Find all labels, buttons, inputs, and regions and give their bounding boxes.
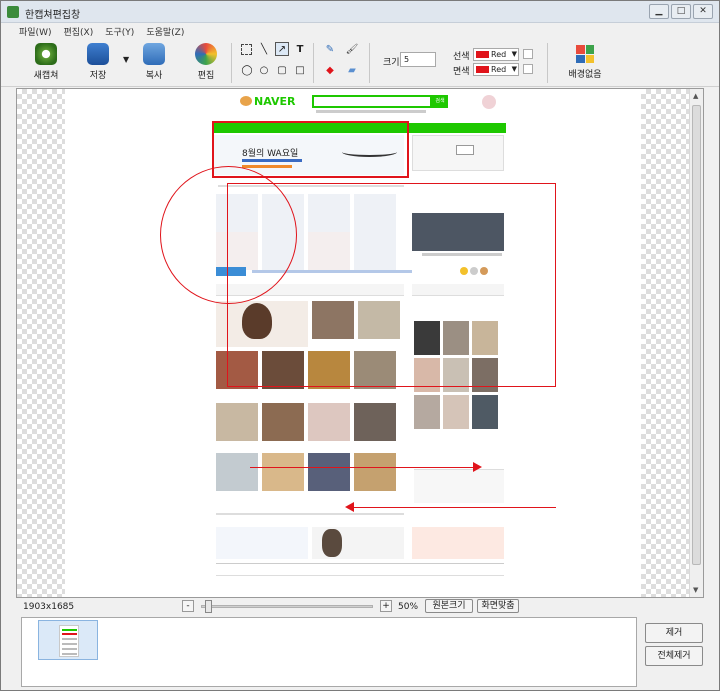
edit-button[interactable]: 편집 xyxy=(187,43,225,85)
canvas-checker-right xyxy=(641,89,689,597)
eraser-icon[interactable]: ▰ xyxy=(345,64,359,78)
scrollbar-thumb[interactable] xyxy=(692,105,701,565)
save-button[interactable]: 저장 xyxy=(79,43,117,85)
annotation-arrow-left[interactable] xyxy=(353,507,556,508)
square-tool-icon[interactable]: □ xyxy=(293,64,307,78)
annotation-arrow-right[interactable] xyxy=(250,467,478,468)
doodle-icon xyxy=(240,96,252,106)
title-bar: 한캡쳐편집창 ▁ □ ✕ xyxy=(1,1,719,23)
new-capture-button[interactable]: 새캡쳐 xyxy=(27,43,65,85)
annotation-circle[interactable] xyxy=(160,166,297,304)
line-tool-icon[interactable]: ╲ xyxy=(257,43,271,57)
camera-icon xyxy=(35,43,57,65)
ellipse-tool-icon[interactable]: ◯ xyxy=(240,64,254,78)
remove-button[interactable]: 제거 xyxy=(645,623,703,643)
canvas-vertical-scrollbar[interactable]: ▲ ▼ xyxy=(689,89,703,597)
chevron-down-icon: ▼ xyxy=(511,65,517,73)
line-color-label: 선색 xyxy=(453,52,470,62)
app-icon xyxy=(7,6,19,18)
capture-editor-window: 한캡쳐편집창 ▁ □ ✕ 파일(W) 편집(X) 도구(Y) 도움말(Z) 새캡… xyxy=(0,0,720,691)
floppy-icon xyxy=(87,43,109,65)
fill-color-swatch xyxy=(476,66,489,73)
brush-tool-icon[interactable]: 🖌 xyxy=(345,43,359,57)
arrowhead-right-icon xyxy=(473,462,482,472)
content-row-3 xyxy=(216,403,396,441)
close-button[interactable]: ✕ xyxy=(693,4,713,19)
menu-edit[interactable]: 편집(X) xyxy=(63,25,93,38)
content-row-4 xyxy=(216,453,396,491)
canvas-area[interactable]: NAVER 검색 8월의 WA요일 ▲ ▼ xyxy=(16,88,704,598)
menu-help[interactable]: 도움말(Z) xyxy=(146,25,184,38)
arrow-tool-icon[interactable]: ↗ xyxy=(275,42,289,56)
rounded-rect-tool-icon[interactable]: ▢ xyxy=(275,64,289,78)
window-title: 한캡쳐편집창 xyxy=(25,10,81,21)
naver-search-box xyxy=(312,95,432,108)
line-color-swatch xyxy=(476,51,489,58)
chevron-down-icon: ▼ xyxy=(511,50,517,58)
background-button[interactable]: 배경없음 xyxy=(567,43,603,83)
original-size-button[interactable]: 원본크기 xyxy=(425,599,473,613)
ad-block-right xyxy=(412,527,504,559)
promo-icon xyxy=(482,95,496,109)
line-color-checkbox[interactable] xyxy=(523,49,533,59)
pen-tool-icon[interactable]: ✎ xyxy=(323,43,337,57)
fill-color-checkbox[interactable] xyxy=(523,64,533,74)
text-tool-icon[interactable]: T xyxy=(293,43,307,57)
line-color-select[interactable]: Red ▼ xyxy=(473,48,519,61)
size-label: 크기 xyxy=(383,58,400,68)
naver-search-button: 검색 xyxy=(432,95,448,108)
naver-logo: NAVER xyxy=(254,95,296,108)
background-grid-icon xyxy=(576,45,594,63)
zoom-in-button[interactable]: + xyxy=(380,600,392,612)
minimize-button[interactable]: ▁ xyxy=(649,4,669,19)
capture-thumbnail[interactable] xyxy=(38,620,98,660)
maximize-button[interactable]: □ xyxy=(671,4,691,19)
image-dimensions: 1903x1685 xyxy=(23,602,75,612)
scroll-down-icon[interactable]: ▼ xyxy=(693,586,698,594)
scroll-up-icon[interactable]: ▲ xyxy=(693,92,698,100)
zoom-level: 50% xyxy=(398,602,419,612)
canvas-checker-left xyxy=(17,89,65,597)
circle-tool-icon[interactable]: ○ xyxy=(257,64,271,78)
capture-list-panel xyxy=(21,617,637,687)
remove-all-button[interactable]: 전체제거 xyxy=(645,646,703,666)
zoom-out-button[interactable]: - xyxy=(182,600,194,612)
shopping-links xyxy=(414,469,504,503)
fit-screen-button[interactable]: 화면맞춤 xyxy=(477,599,519,613)
ad-block-left xyxy=(216,527,308,559)
menu-file[interactable]: 파일(W) xyxy=(19,25,51,38)
toolbar: 새캡쳐 저장 ▼ 복사 편집 ╲ ↗ T ◯ ○ ▢ □ ✎ 🖌 ◆ ▰ xyxy=(1,39,719,87)
arrowhead-left-icon xyxy=(345,502,354,512)
zoom-bar: 1903x1685 - + 50% 원본크기 화면맞춤 xyxy=(1,599,719,615)
menu-tools[interactable]: 도구(Y) xyxy=(105,25,134,38)
size-stepper[interactable]: 5 xyxy=(400,52,436,67)
fill-bucket-icon[interactable]: ◆ xyxy=(323,64,337,78)
menu-bar: 파일(W) 편집(X) 도구(Y) 도움말(Z) xyxy=(1,23,719,39)
fill-color-select[interactable]: Red ▼ xyxy=(473,63,519,76)
copy-button[interactable]: 복사 xyxy=(135,43,173,85)
rect-select-tool-icon[interactable] xyxy=(241,44,252,55)
zoom-slider-thumb[interactable] xyxy=(205,600,213,613)
palette-icon xyxy=(195,43,217,65)
fill-color-label: 면색 xyxy=(453,67,470,77)
save-dropdown-arrow-icon[interactable]: ▼ xyxy=(123,55,129,64)
copy-icon xyxy=(143,43,165,65)
zoom-slider[interactable] xyxy=(201,605,373,608)
